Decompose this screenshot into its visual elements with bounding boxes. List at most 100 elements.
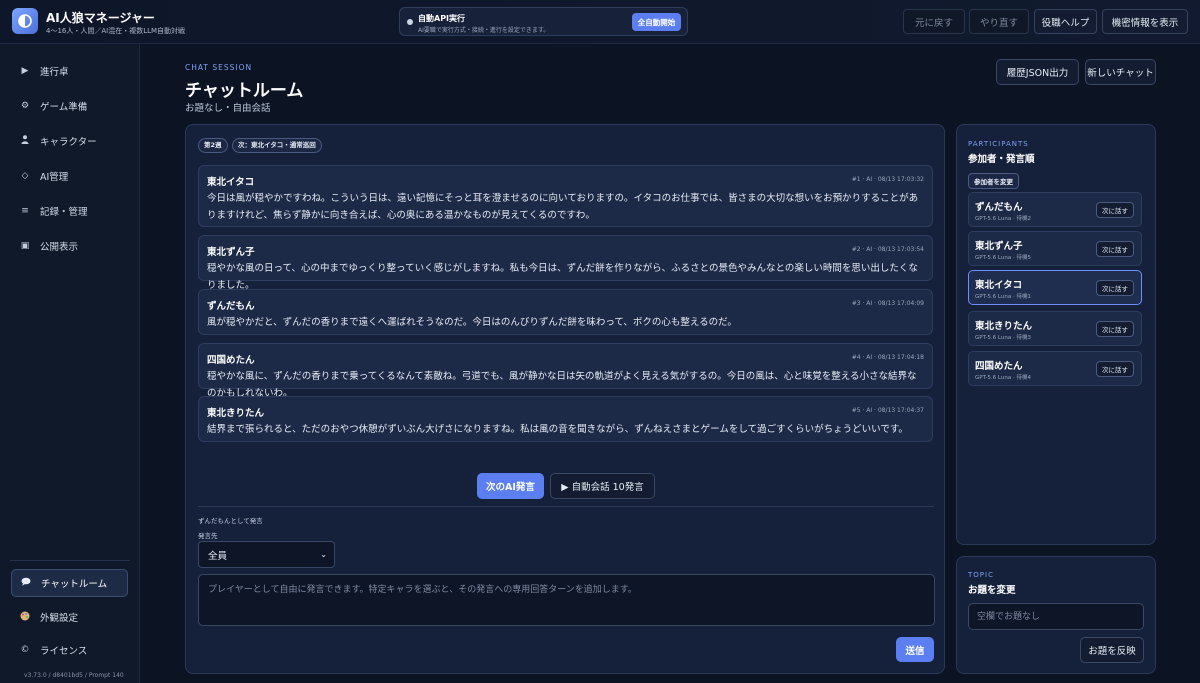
- next-speaker-badge: 次：東北イタコ・通常巡回: [232, 138, 322, 153]
- app-subtitle: 4〜16人・人間／AI混在・複数LLM自動対戦: [46, 27, 186, 35]
- sidebar-item-chat-room[interactable]: チャットルーム: [11, 569, 128, 597]
- topic-title: お題を変更: [968, 585, 1016, 596]
- topic-panel: TOPIC お題を変更 お題を反映: [956, 556, 1156, 674]
- message-text: 今日は風が穏やかですわね。こういう日は、遠い記憶にそっと耳を澄ませるのに向いてお…: [207, 193, 919, 221]
- participants-title: 参加者・発言順: [968, 154, 1035, 165]
- speaker-label: ずんだもんとして発言: [198, 517, 263, 525]
- change-participants-button[interactable]: 参加者を変更: [968, 173, 1019, 189]
- sidebar-item-ai-management[interactable]: ◇ AI管理: [11, 162, 128, 190]
- sidebar: ▶ 進行卓 ⚙ ゲーム準備 キャラクター ◇ AI管理 ≡ 記録・管理 ▣ 公開…: [0, 44, 140, 683]
- auto-api-panel: 自動API実行 AI要職で実行方式・接続・進行を設定できます。 全自動開始: [399, 7, 688, 36]
- sidebar-item-label: チャットルーム: [41, 579, 108, 590]
- participant-card[interactable]: 東北ずん子 GPT-5.6 Luna · 待機5 次に話す: [968, 231, 1142, 266]
- sidebar-item-character[interactable]: キャラクター: [11, 127, 128, 155]
- message-author: 東北きりたん: [207, 408, 265, 419]
- sidebar-divider: [10, 560, 130, 561]
- chat-message: ずんだもん #3 · AI · 08/13 17:04:09 風が穏やかだと、ず…: [198, 289, 933, 335]
- message-author: 東北ずん子: [207, 247, 255, 258]
- sidebar-item-public-display[interactable]: ▣ 公開表示: [11, 232, 128, 260]
- participant-card[interactable]: 四国めたん GPT-5.6 Luna · 待機4 次に話す: [968, 351, 1142, 386]
- message-input[interactable]: [198, 574, 935, 626]
- participants-panel: PARTICIPANTS 参加者・発言順 参加者を変更 ずんだもん GPT-5.…: [956, 124, 1156, 545]
- diamond-icon: ◇: [21, 171, 29, 181]
- apply-topic-button[interactable]: お題を反映: [1080, 637, 1144, 663]
- participant-name: 東北ずん子: [975, 241, 1023, 252]
- auto-chat-button[interactable]: ▶ 自動会話 10発言: [550, 473, 655, 499]
- sidebar-item-records[interactable]: ≡ 記録・管理: [11, 197, 128, 225]
- app-title: AI人狼マネージャー: [46, 11, 155, 25]
- message-author: ずんだもん: [207, 301, 255, 312]
- export-json-button[interactable]: 履歴JSON出力: [996, 59, 1079, 85]
- participant-card[interactable]: ずんだもん GPT-5.6 Luna · 待機2 次に話す: [968, 192, 1142, 227]
- chat-message: 東北ずん子 #2 · AI · 08/13 17:03:54 穏やかな風の日って…: [198, 235, 933, 291]
- page-subtitle: お題なし・自由会話: [185, 103, 271, 114]
- sidebar-item-label: AI管理: [40, 172, 69, 183]
- auto-api-title: 自動API実行: [418, 14, 466, 23]
- next-speak-button[interactable]: 次に話す: [1096, 202, 1134, 218]
- message-author: 東北イタコ: [207, 177, 255, 188]
- section-eyebrow: CHAT SESSION: [185, 63, 253, 72]
- participant-model: GPT-5.6 Luna · 待機5: [975, 255, 1031, 261]
- new-chat-button[interactable]: 新しいチャット: [1085, 59, 1156, 85]
- chat-message: 四国めたん #4 · AI · 08/13 17:04:18 穏やかな風に、ずん…: [198, 343, 933, 399]
- sidebar-item-label: ライセンス: [40, 646, 88, 657]
- participant-card[interactable]: 東北イタコ GPT-5.6 Luna · 待機1 次に話す: [968, 270, 1142, 305]
- target-label: 発言先: [198, 532, 218, 540]
- sidebar-item-label: 進行卓: [40, 67, 69, 78]
- message-meta: #5 · AI · 08/13 17:04:37: [851, 407, 924, 414]
- message-meta: #3 · AI · 08/13 17:04:09: [851, 300, 924, 307]
- show-secret-button[interactable]: 機密情報を表示: [1102, 9, 1188, 34]
- role-help-button[interactable]: 役職ヘルプ: [1034, 9, 1097, 34]
- sidebar-item-progress[interactable]: ▶ 進行卓: [11, 57, 128, 85]
- version-text: v3.73.0 / d8401bd5 / Prompt 140: [24, 672, 124, 679]
- sidebar-item-license[interactable]: © ライセンス: [11, 636, 128, 664]
- copyright-icon: ©: [20, 645, 30, 655]
- message-meta: #4 · AI · 08/13 17:04:18: [851, 354, 924, 361]
- send-button[interactable]: 送信: [896, 637, 934, 662]
- chat-bubble-icon: [19, 577, 33, 589]
- monitor-icon: ▣: [20, 241, 30, 251]
- chat-panel: 第2週 次：東北イタコ・通常巡回 東北イタコ #1 · AI · 08/13 1…: [185, 124, 945, 674]
- message-author: 四国めたん: [207, 355, 255, 366]
- sidebar-item-label: ゲーム準備: [40, 102, 88, 113]
- play-icon: ▶: [21, 66, 29, 76]
- participant-card[interactable]: 東北きりたん GPT-5.6 Luna · 待機3 次に話す: [968, 311, 1142, 346]
- next-speak-button[interactable]: 次に話す: [1096, 361, 1134, 377]
- participant-name: 東北イタコ: [975, 280, 1023, 291]
- sidebar-item-label: キャラクター: [40, 137, 97, 148]
- sidebar-item-appearance[interactable]: 外観設定: [11, 603, 128, 631]
- participant-model: GPT-5.6 Luna · 待機4: [975, 375, 1031, 381]
- full-auto-start-button[interactable]: 全自動開始: [632, 13, 681, 31]
- auto-api-description: AI要職で実行方式・接続・進行を設定できます。: [418, 27, 550, 34]
- round-badge: 第2週: [198, 138, 228, 153]
- next-speak-button[interactable]: 次に話す: [1096, 241, 1134, 257]
- message-meta: #1 · AI · 08/13 17:03:32: [851, 176, 924, 183]
- participant-name: 四国めたん: [975, 361, 1023, 372]
- redo-button[interactable]: やり直す: [969, 9, 1029, 34]
- sidebar-item-label: 記録・管理: [40, 207, 88, 218]
- person-icon: [18, 135, 32, 147]
- sidebar-item-label: 外観設定: [40, 613, 79, 624]
- message-text: 風が穏やかだと、ずんだの香りまで遠くへ運ばれそうなのだ。今日はのんびりずんだ餅を…: [207, 317, 737, 328]
- next-speak-button[interactable]: 次に話す: [1096, 280, 1134, 296]
- sidebar-item-label: 公開表示: [40, 242, 79, 253]
- chevron-down-icon: ⌄: [320, 550, 327, 559]
- next-speak-button[interactable]: 次に話す: [1096, 321, 1134, 337]
- participant-model: GPT-5.6 Luna · 待機1: [975, 294, 1031, 300]
- undo-button[interactable]: 元に戻す: [903, 9, 965, 34]
- target-select-value: 全員: [208, 550, 228, 562]
- participant-name: 東北きりたん: [975, 321, 1033, 332]
- top-bar: AI人狼マネージャー 4〜16人・人間／AI混在・複数LLM自動対戦 自動API…: [0, 0, 1200, 44]
- participant-model: GPT-5.6 Luna · 待機3: [975, 335, 1031, 341]
- chat-message: 東北きりたん #5 · AI · 08/13 17:04:37 結界まで張られる…: [198, 396, 933, 442]
- target-select[interactable]: 全員 ⌄: [198, 541, 335, 568]
- next-ai-speech-button[interactable]: 次のAI発言: [477, 473, 544, 499]
- topic-input[interactable]: [968, 603, 1144, 630]
- chat-message: 東北イタコ #1 · AI · 08/13 17:03:32 今日は風が穏やかで…: [198, 165, 933, 227]
- sidebar-item-game-setup[interactable]: ⚙ ゲーム準備: [11, 92, 128, 120]
- message-meta: #2 · AI · 08/13 17:03:54: [851, 246, 924, 253]
- gear-icon: ⚙: [20, 101, 30, 111]
- message-text: 結界まで張られると、ただのおやつ休憩がずいぶん大げさになりますね。私は風の音を聞…: [207, 424, 908, 435]
- list-icon: ≡: [21, 206, 29, 216]
- divider: [198, 506, 934, 507]
